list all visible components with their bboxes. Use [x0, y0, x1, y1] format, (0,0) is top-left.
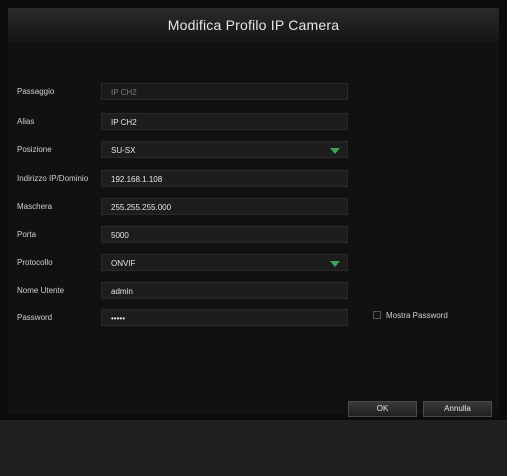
- channel-label: Passaggio: [17, 87, 55, 96]
- port-label: Porta: [17, 230, 37, 239]
- username-label: Nome Utente: [17, 286, 65, 295]
- username-input[interactable]: admin: [101, 282, 348, 299]
- position-label: Posizione: [17, 145, 52, 154]
- ok-button[interactable]: OK: [348, 401, 417, 417]
- show-password-label: Mostra Password: [386, 311, 448, 320]
- alias-label: Alias: [17, 117, 35, 126]
- cancel-button[interactable]: Annulla: [423, 401, 492, 417]
- subnet-label: Maschera: [17, 202, 53, 211]
- subnet-input[interactable]: 255.255.255.000: [101, 198, 348, 215]
- protocol-label: Protocollo: [17, 258, 53, 267]
- taskbar-footer: [0, 420, 507, 476]
- ip-address-input[interactable]: 192.168.1.108: [101, 170, 348, 187]
- password-input[interactable]: •••••: [101, 309, 348, 326]
- protocol-select[interactable]: ONVIF: [101, 254, 348, 271]
- channel-field: IP CH2: [101, 83, 348, 100]
- dialog-titlebar: Modifica Profilo IP Camera: [8, 8, 499, 43]
- password-label: Password: [17, 313, 53, 322]
- ip-address-label: Indirizzo IP/Dominio: [17, 174, 89, 183]
- show-password-checkbox[interactable]: [373, 311, 381, 319]
- port-input[interactable]: 5000: [101, 226, 348, 243]
- dialog-title: Modifica Profilo IP Camera: [167, 17, 340, 33]
- position-select[interactable]: SU-SX: [101, 141, 348, 158]
- alias-input[interactable]: IP CH2: [101, 113, 348, 130]
